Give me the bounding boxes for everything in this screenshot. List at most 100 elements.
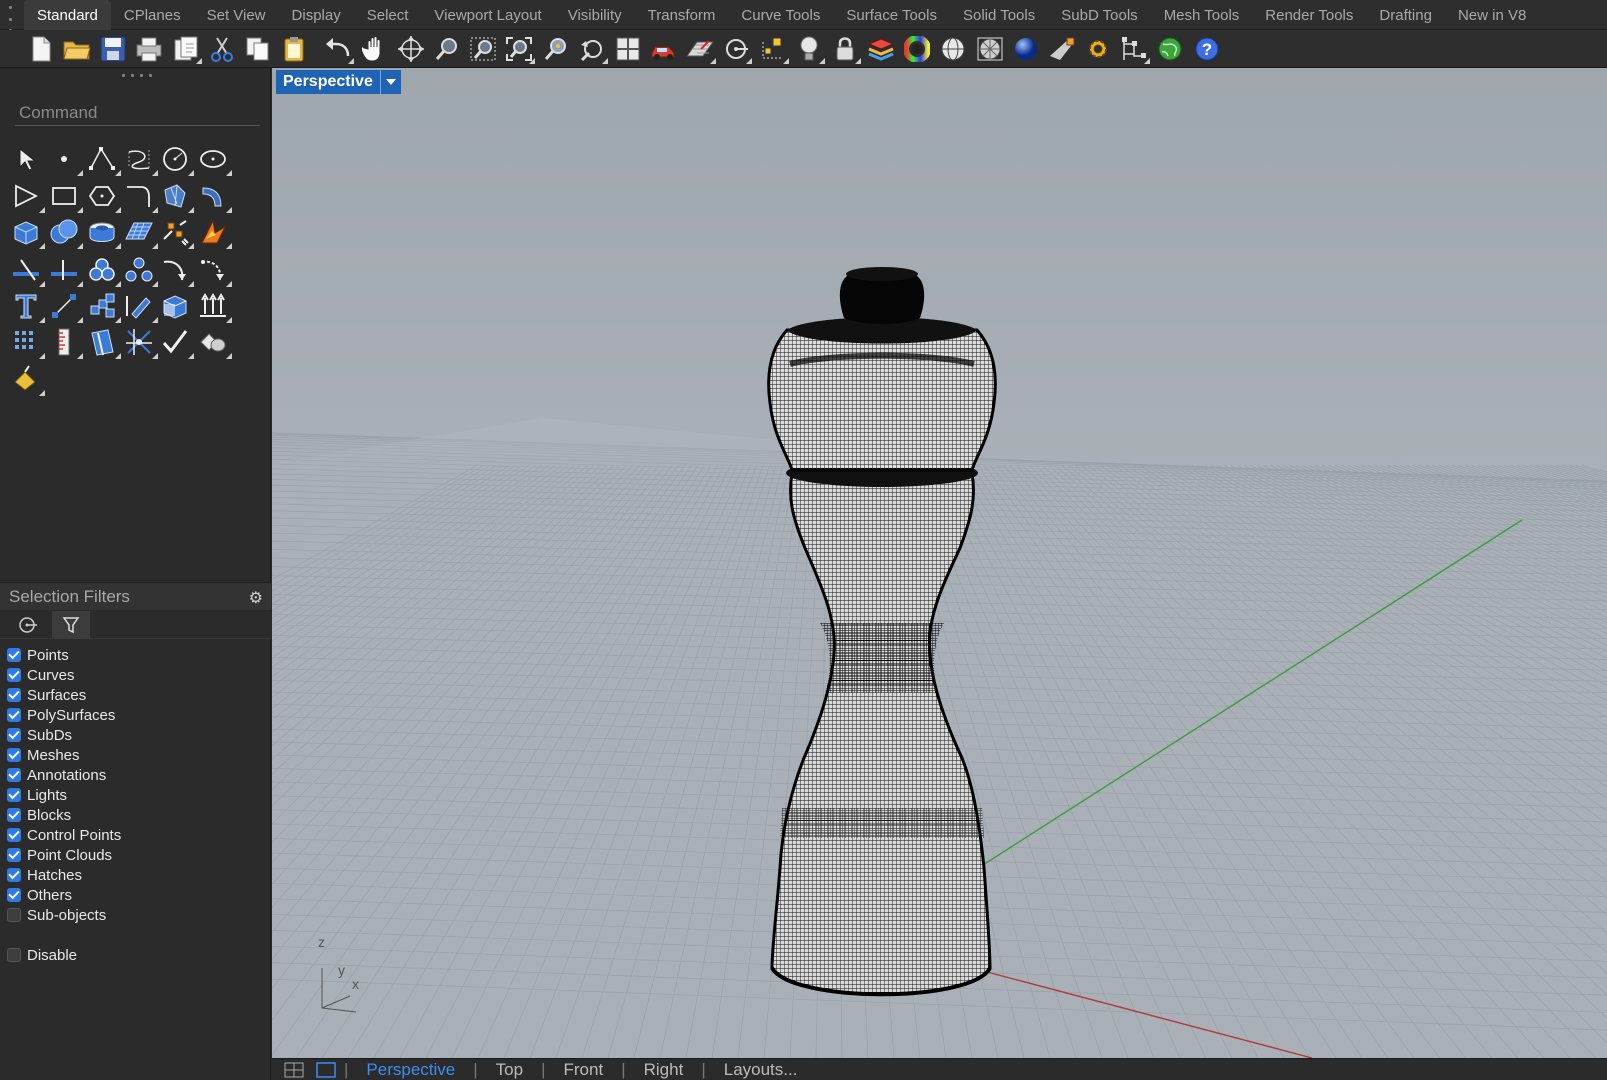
filter-checkbox[interactable] [7,828,21,842]
filter-checkbox[interactable] [7,688,21,702]
wireframe-sphere-icon[interactable] [937,33,969,65]
box-solid-icon[interactable] [10,216,45,249]
bottom-tab-perspective[interactable]: Perspective [348,1059,473,1080]
filter-row[interactable]: Surfaces [7,685,267,705]
filter-checkbox[interactable] [7,668,21,682]
filter-row[interactable]: Curves [7,665,267,685]
bottom-tab-right[interactable]: Right [626,1059,702,1080]
save-icon[interactable] [97,33,129,65]
history-tree-icon[interactable] [1118,33,1150,65]
zoom-window-icon[interactable] [467,33,499,65]
lock-icon[interactable] [829,33,861,65]
filter-checkbox[interactable] [7,768,21,782]
ungroup-icon[interactable] [123,254,158,287]
render-material-icon[interactable] [86,326,121,359]
filter-row[interactable]: Sub-objects [7,905,267,925]
single-viewport-icon[interactable] [316,1061,336,1078]
bottom-tab-top[interactable]: Top [478,1059,541,1080]
filter-funnel-tab-icon[interactable] [52,611,90,639]
text-icon[interactable] [10,290,45,323]
tab-drafting[interactable]: Drafting [1366,0,1445,30]
analyze-icon[interactable] [48,326,83,359]
rotate-view-icon[interactable] [395,33,427,65]
zoom-icon[interactable] [431,33,463,65]
transform-move-icon[interactable] [159,216,194,249]
spotlight-icon[interactable] [1046,33,1078,65]
array-icon[interactable] [86,290,121,323]
import-export-icon[interactable] [170,33,202,65]
bottom-tab-front[interactable]: Front [546,1059,622,1080]
filter-row[interactable]: Blocks [7,805,267,825]
paint-bucket-icon[interactable] [10,363,45,396]
boolean-union-icon[interactable] [48,216,83,249]
checkmark-icon[interactable] [159,326,194,359]
command-input[interactable]: Command [15,101,260,126]
open-folder-icon[interactable] [61,33,93,65]
circle-icon[interactable] [159,143,194,176]
color-wheel-icon[interactable] [901,33,933,65]
point-icon[interactable] [48,143,83,176]
tab-display[interactable]: Display [279,0,354,30]
undo-icon[interactable] [322,33,354,65]
filter-row[interactable]: Points [7,645,267,665]
extrude-arrows-icon[interactable] [197,290,232,323]
help-icon[interactable]: ? [1191,33,1223,65]
layers-icon[interactable] [865,33,897,65]
set-cplane-icon[interactable] [684,33,716,65]
filter-row[interactable]: Control Points [7,825,267,845]
filter-checkbox[interactable] [7,868,21,882]
filter-row[interactable]: Meshes [7,745,267,765]
tab-surface-tools[interactable]: Surface Tools [833,0,950,30]
surface-from-curves-icon[interactable] [159,180,194,213]
disable-checkbox[interactable] [7,948,21,962]
mesh-plane-icon[interactable] [123,216,158,249]
filter-row[interactable]: SubDs [7,725,267,745]
tab-standard[interactable]: Standard [24,0,111,30]
paste-icon[interactable] [278,33,310,65]
tab-viewport-layout[interactable]: Viewport Layout [421,0,554,30]
filter-checkbox[interactable] [7,748,21,762]
tab-new-in-v8[interactable]: New in V8 [1445,0,1539,30]
tab-subd-tools[interactable]: SubD Tools [1048,0,1150,30]
tab-solid-tools[interactable]: Solid Tools [950,0,1048,30]
filter-checkbox[interactable] [7,708,21,722]
filter-checkbox[interactable] [7,908,21,922]
filter-row[interactable]: Others [7,885,267,905]
curve-icon[interactable] [123,143,158,176]
tab-transform[interactable]: Transform [635,0,729,30]
named-views-icon[interactable] [648,33,680,65]
filter-checkbox[interactable] [7,848,21,862]
polygon-arc-icon[interactable] [10,180,45,213]
cut-icon[interactable] [206,33,238,65]
filter-row[interactable]: Point Clouds [7,845,267,865]
rotate-icon[interactable] [159,254,194,287]
split-icon[interactable] [48,254,83,287]
explode-icon[interactable] [197,216,232,249]
gear-icon[interactable]: ⚙ [249,588,263,608]
fillet-curve-icon[interactable] [123,180,158,213]
bottom-tab-layouts[interactable]: Layouts... [706,1059,816,1080]
zoom-extents-icon[interactable] [503,33,535,65]
chevron-down-icon[interactable] [379,70,401,94]
viewport-name[interactable]: Perspective [276,70,380,94]
fillet-surface-icon[interactable] [197,180,232,213]
tab-visibility[interactable]: Visibility [555,0,635,30]
group-icon[interactable] [86,254,121,287]
mesh-sphere-icon[interactable] [974,33,1006,65]
edit-curve-icon[interactable] [123,290,158,323]
polygon-icon[interactable] [86,180,121,213]
filter-row[interactable]: PolySurfaces [7,705,267,725]
tab-cplanes[interactable]: CPlanes [111,0,194,30]
rectangle-icon[interactable] [48,180,83,213]
viewport-title-tab[interactable]: Perspective [276,70,401,94]
four-viewports-icon[interactable] [612,33,644,65]
rendered-sphere-icon[interactable] [1010,33,1042,65]
viewport-grid-icon[interactable] [284,1062,304,1078]
print-icon[interactable] [133,33,165,65]
filter-row[interactable]: Annotations [7,765,267,785]
new-file-icon[interactable] [25,33,57,65]
zoom-selected-icon[interactable] [540,33,572,65]
filter-checkbox[interactable] [7,808,21,822]
extrude-box-icon[interactable] [159,290,191,322]
filter-checkbox[interactable] [7,728,21,742]
